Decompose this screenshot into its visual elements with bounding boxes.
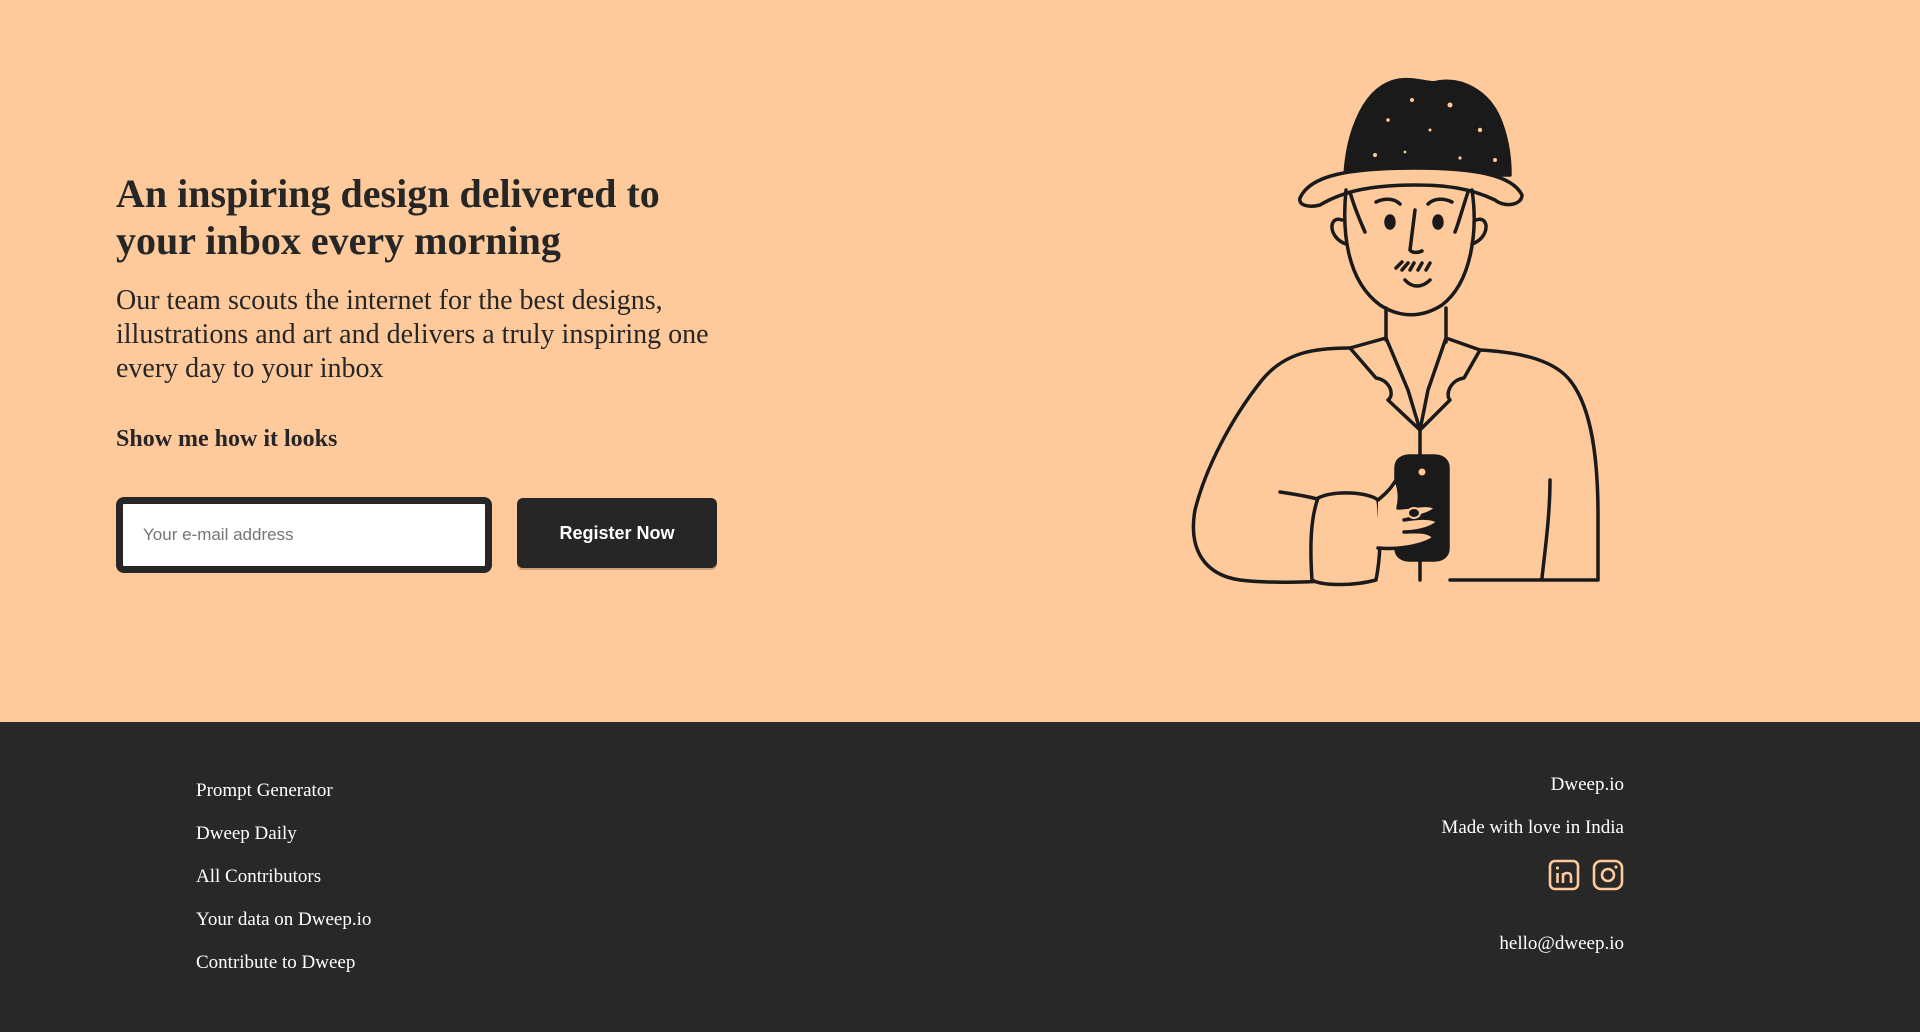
footer-links: Prompt Generator Dweep Daily All Contrib… <box>196 780 371 995</box>
hero-headline: An inspiring design delivered to your in… <box>116 171 660 263</box>
show-me-link[interactable]: Show me how it looks <box>116 426 337 453</box>
linkedin-icon[interactable] <box>1548 859 1580 891</box>
hero-subtext: Our team scouts the internet for the bes… <box>116 285 709 384</box>
footer-link-contribute[interactable]: Contribute to Dweep <box>196 952 371 974</box>
man-with-hat-holding-phone-illustration <box>1191 77 1600 587</box>
footer: Prompt Generator Dweep Daily All Contrib… <box>0 722 1920 1032</box>
email-field[interactable] <box>123 504 485 566</box>
footer-link-prompt-generator[interactable]: Prompt Generator <box>196 780 371 802</box>
instagram-icon[interactable] <box>1592 859 1624 891</box>
email-field-wrapper <box>116 497 492 573</box>
register-button[interactable]: Register Now <box>517 498 717 568</box>
footer-email-link[interactable]: hello@dweep.io <box>1441 933 1624 955</box>
footer-link-dweep-daily[interactable]: Dweep Daily <box>196 823 371 845</box>
social-links <box>1441 859 1624 891</box>
footer-link-your-data[interactable]: Your data on Dweep.io <box>196 909 371 931</box>
footer-link-all-contributors[interactable]: All Contributors <box>196 866 371 888</box>
footer-info: Dweep.io Made with love in India hello@d… <box>1441 774 1624 955</box>
footer-brand: Dweep.io <box>1550 774 1624 795</box>
footer-tagline: Made with love in India <box>1441 817 1624 838</box>
hero-section: An inspiring design delivered to your in… <box>0 0 1920 722</box>
